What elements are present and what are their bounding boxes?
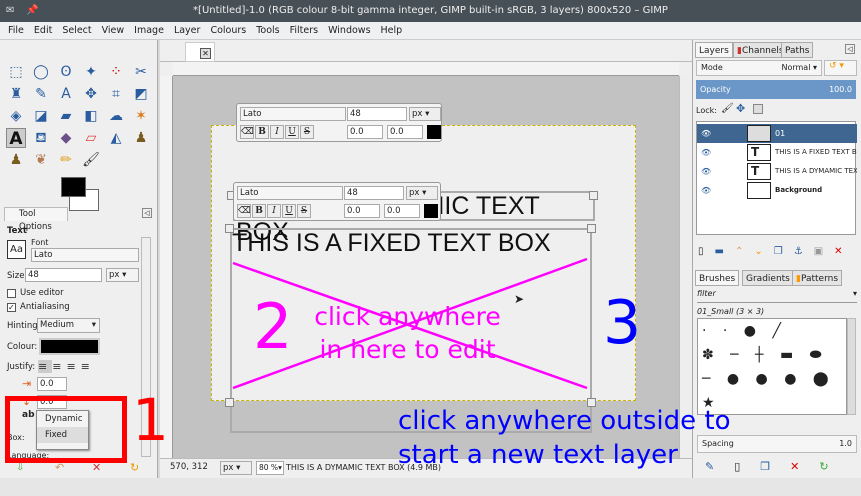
annotation-inside-text: click anywhere in here to edit	[314, 302, 501, 364]
annotation-outside-text: click anywhere outside to start a new te…	[398, 406, 731, 470]
annotation-number-2: 2	[253, 290, 293, 363]
annotation-number-3: 3	[603, 288, 642, 358]
